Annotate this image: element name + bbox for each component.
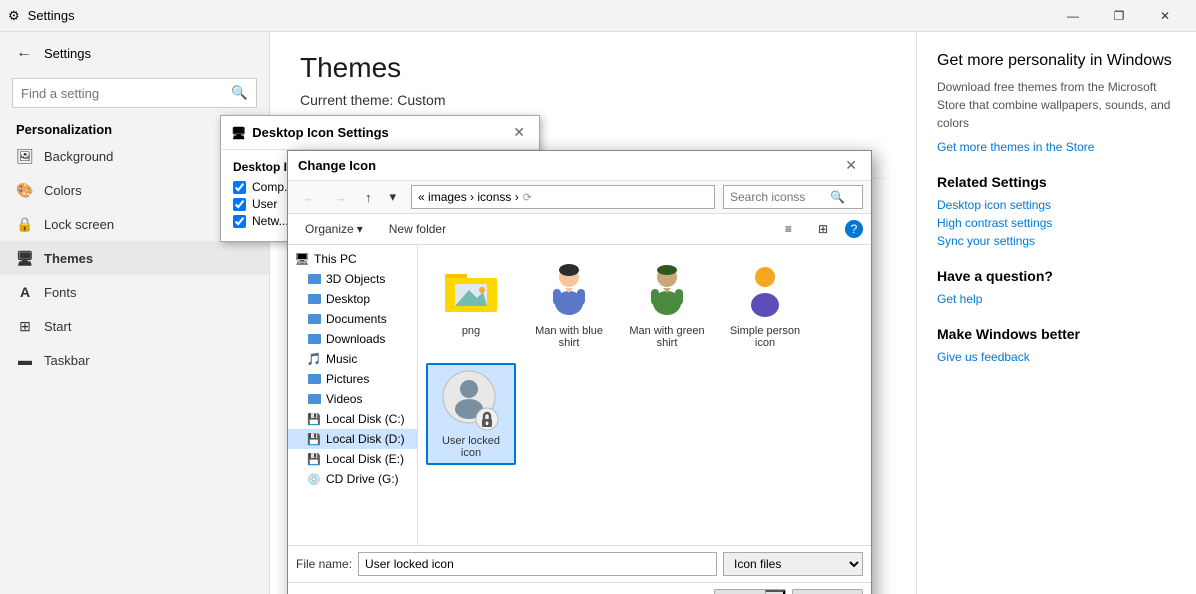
sidebar-header: ← Settings (0, 32, 269, 74)
this-pc-icon: 🖥 (310, 254, 360, 299)
feedback-section: Make Windows better Give us feedback (937, 326, 1176, 364)
themes-icon: 🖥 (16, 249, 34, 267)
sidebar: ← Settings 🔍 Personalization 🖼 Backgroun… (0, 32, 270, 594)
get-help-link[interactable]: Get help (937, 292, 1176, 306)
feedback-link[interactable]: Give us feedback (937, 350, 1176, 364)
title-bar-left: ⚙ Settings (8, 8, 75, 24)
title-bar: ⚙ Settings — ❐ ✕ (0, 0, 1196, 32)
related-settings-section: Related Settings Desktop icon settings H… (937, 174, 1176, 248)
main-layout: ← Settings 🔍 Personalization 🖼 Backgroun… (0, 32, 1196, 594)
right-panel-description: Download free themes from the Microsoft … (937, 78, 1176, 132)
sidebar-label-themes: Themes (44, 251, 93, 266)
sidebar-item-fonts[interactable]: A Fonts (0, 275, 269, 309)
sidebar-item-start[interactable]: ⊞ Start (0, 309, 269, 343)
sidebar-label-taskbar: Taskbar (44, 353, 90, 368)
recycle-area: 🖥 This PC 🗑 Recycle Bin (empt... (300, 254, 886, 323)
back-button[interactable]: ← (12, 40, 36, 66)
sidebar-label-background: Background (44, 149, 113, 164)
right-panel: Get more personality in Windows Download… (916, 32, 1196, 594)
background-icon: 🖼 (16, 147, 34, 165)
sidebar-section-label: Personalization (0, 116, 269, 139)
theme-preview-3[interactable] (466, 189, 541, 244)
question-section: Have a question? Get help (937, 268, 1176, 306)
title-bar-controls: — ❐ ✕ (1050, 0, 1188, 32)
question-title: Have a question? (937, 268, 1176, 284)
sidebar-item-colors[interactable]: 🎨 Colors (0, 173, 269, 207)
taskbar-icon: ▬ (16, 351, 34, 369)
this-pc-label: This PC (315, 299, 354, 311)
sidebar-item-lockscreen[interactable]: 🔒 Lock screen (0, 207, 269, 241)
colors-icon: 🎨 (16, 181, 34, 199)
app-title: Settings (44, 46, 91, 61)
current-theme-label: Current theme: Custom (300, 92, 886, 108)
sidebar-item-themes[interactable]: 🖥 Themes (0, 241, 269, 275)
allow-themes-check: Allow t... (300, 335, 886, 349)
store-link[interactable]: Get more themes in the Store (937, 140, 1176, 154)
maximize-button[interactable]: ❐ (1096, 0, 1142, 32)
sidebar-label-fonts: Fonts (44, 285, 77, 300)
background-section: 🖼 Background (300, 128, 886, 179)
allow-themes-checkbox[interactable] (300, 336, 313, 349)
fonts-icon: A (16, 283, 34, 301)
minimize-button[interactable]: — (1050, 0, 1096, 32)
allow-themes-label: Allow t... (319, 335, 364, 349)
sidebar-label-start: Start (44, 319, 71, 334)
search-button[interactable]: 🔍 (223, 79, 256, 107)
feedback-title: Make Windows better (937, 326, 1176, 342)
start-icon: ⊞ (16, 317, 34, 335)
recycle-icon: 🗑 (390, 254, 440, 299)
sync-settings-link[interactable]: Sync your settings (937, 234, 1176, 248)
title-bar-title: Settings (28, 8, 75, 23)
sidebar-scroll: 🖼 Background 🎨 Colors 🔒 Lock screen 🖥 Th… (0, 139, 269, 594)
lock-icon: 🔒 (16, 215, 34, 233)
this-pc-item: 🖥 This PC (300, 254, 370, 323)
recycle-item: 🗑 Recycle Bin (empt... (380, 254, 450, 323)
sidebar-label-lockscreen: Lock screen (44, 217, 114, 232)
background-thumbnail: 🖼 (300, 138, 340, 168)
page-title: Themes (300, 52, 886, 84)
close-button[interactable]: ✕ (1142, 0, 1188, 32)
sidebar-label-colors: Colors (44, 183, 82, 198)
search-input[interactable] (13, 80, 223, 107)
settings-icon: ⚙ (8, 8, 20, 24)
recycle-label: Recycle Bin (empt... (380, 299, 450, 323)
sidebar-item-background[interactable]: 🖼 Background (0, 139, 269, 173)
right-panel-title: Get more personality in Windows (937, 52, 1176, 70)
theme-preview-2[interactable] (383, 189, 458, 244)
sidebar-item-taskbar[interactable]: ▬ Taskbar (0, 343, 269, 377)
related-settings-title: Related Settings (937, 174, 1176, 190)
content-area: Themes Current theme: Custom 🖼 Backgroun… (270, 32, 916, 594)
desktop-icon-settings-link[interactable]: Desktop icon settings (937, 198, 1176, 212)
theme-preview-1[interactable] (300, 189, 375, 244)
search-box: 🔍 (12, 78, 257, 108)
theme-preview-row (300, 189, 886, 244)
high-contrast-link[interactable]: High contrast settings (937, 216, 1176, 230)
background-label: Background (350, 146, 419, 161)
